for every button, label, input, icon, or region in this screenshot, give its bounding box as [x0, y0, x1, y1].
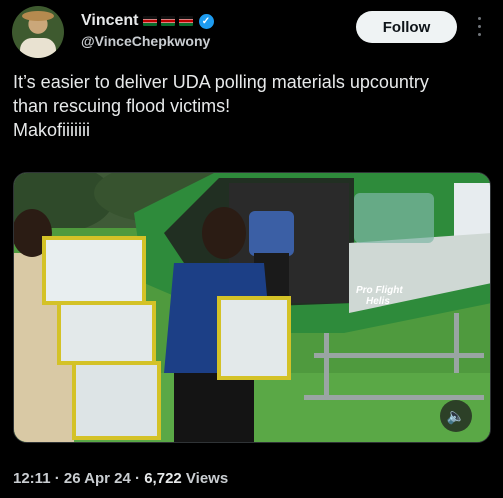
- tweet-video[interactable]: Pro Flight Helis: [13, 172, 491, 443]
- kenya-flag-icon: [178, 16, 193, 26]
- author-handle[interactable]: @VinceChepkwony: [81, 33, 210, 49]
- tweet-text: It’s easier to deliver UDA polling mater…: [13, 72, 429, 140]
- mute-icon[interactable]: 🔈: [440, 400, 472, 432]
- kenya-flag-icon: [142, 16, 157, 26]
- tweet-time[interactable]: 12:11: [13, 470, 51, 487]
- avatar-hat: [22, 11, 54, 21]
- verified-badge-icon: ✓: [198, 13, 214, 29]
- views-label: Views: [181, 470, 229, 487]
- more-options-icon[interactable]: [471, 14, 487, 38]
- svg-text:Helis: Helis: [366, 296, 390, 307]
- svg-text:Pro Flight: Pro Flight: [356, 285, 403, 296]
- avatar[interactable]: [12, 6, 64, 58]
- tweet-date[interactable]: 26 Apr 24: [64, 470, 131, 487]
- views-count: 6,722: [144, 470, 182, 487]
- follow-button[interactable]: Follow: [356, 11, 457, 43]
- tweet-meta: 12:11 · 26 Apr 24 · 6,722 Views: [13, 470, 228, 487]
- author-name-row[interactable]: Vincent ✓: [81, 12, 214, 30]
- meta-separator: ·: [50, 470, 64, 487]
- author-name[interactable]: Vincent: [81, 12, 139, 30]
- tweet-header: Vincent ✓ @VinceChepkwony Follow: [0, 0, 503, 62]
- kenya-flag-icon: [160, 16, 175, 26]
- meta-separator: ·: [130, 470, 145, 487]
- avatar-shirt: [20, 38, 56, 58]
